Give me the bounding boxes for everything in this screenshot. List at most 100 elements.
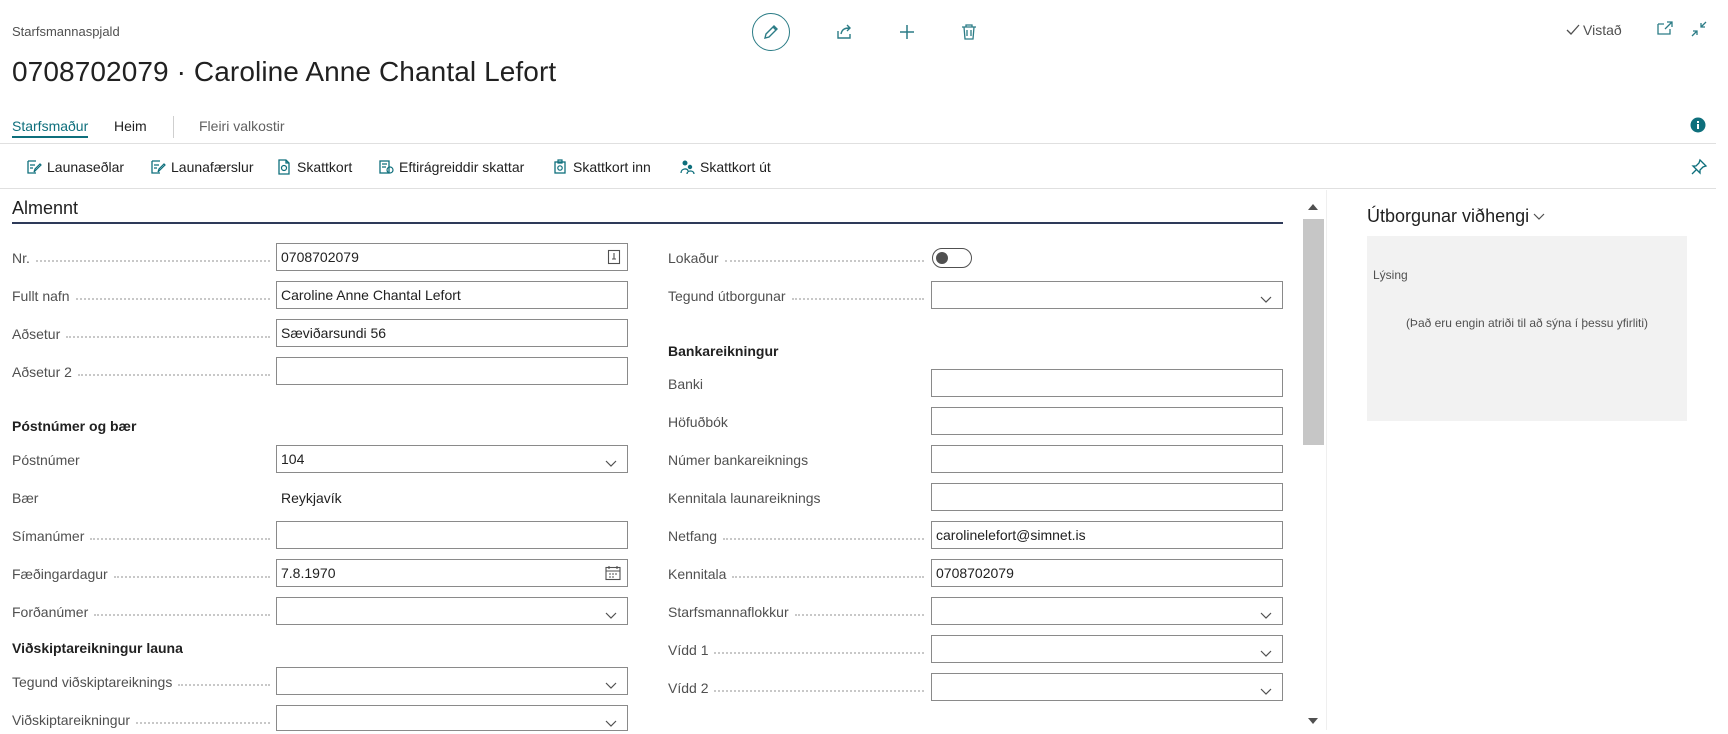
tegund-vidskipta-select[interactable] <box>276 667 628 695</box>
tab-divider <box>173 116 174 138</box>
chevron-down-icon <box>605 677 617 693</box>
starfsmannaflokkur-select[interactable] <box>931 597 1283 625</box>
window-icons <box>1656 20 1708 41</box>
tab-bar: Starfsmaður Heim Fleiri valkostir <box>0 110 1716 144</box>
skattkort-ut-label: Skattkort út <box>700 159 771 175</box>
banki-input[interactable] <box>931 369 1283 397</box>
faedingardagur-value: 7.8.1970 <box>281 565 336 581</box>
group-bankareikningur: Bankareikningur <box>668 343 779 359</box>
factbox-column-header[interactable]: Lýsing <box>1373 268 1408 282</box>
skattkort-inn-label: Skattkort inn <box>573 159 651 175</box>
hofudbok-input[interactable] <box>931 407 1283 435</box>
nr-label-row: Nr. <box>12 248 270 268</box>
scroll-down-arrow-icon[interactable] <box>1307 712 1319 728</box>
vidd1-label: Vídd 1 <box>668 642 709 658</box>
vidd1-select[interactable] <box>931 635 1283 663</box>
adsetur-label: Aðsetur <box>12 326 61 342</box>
chevron-down-icon <box>605 607 617 623</box>
fullt-nafn-input[interactable]: Caroline Anne Chantal Lefort <box>276 281 628 309</box>
skattkort-ut-button[interactable]: Skattkort út <box>679 159 771 175</box>
edit-button[interactable] <box>752 13 790 51</box>
document-edit-icon <box>27 160 42 174</box>
fullt-nafn-label-row: Fullt nafn <box>12 286 270 306</box>
launasedlar-button[interactable]: Launaseðlar <box>26 159 124 175</box>
delete-button[interactable] <box>938 12 1000 52</box>
numer-banka-label-row: Númer bankareiknings <box>668 450 924 470</box>
kennitala-launa-input[interactable] <box>931 483 1283 511</box>
netfang-input[interactable]: carolinelefort@simnet.is <box>931 521 1283 549</box>
skattkort-label: Skattkort <box>297 159 353 175</box>
group-postnumer-og-baer: Póstnúmer og bær <box>12 418 137 434</box>
kennitala-launa-label-row: Kennitala launareiknings <box>668 488 924 508</box>
new-button[interactable] <box>876 12 938 52</box>
check-icon <box>1566 24 1580 35</box>
collapse-icon[interactable] <box>1690 20 1708 41</box>
baer-label-row: Bær <box>12 488 270 508</box>
lokadur-toggle[interactable] <box>932 248 972 268</box>
adsetur-input[interactable]: Sæviðarsundi 56 <box>276 319 628 347</box>
scroll-up-arrow-icon[interactable] <box>1307 198 1319 214</box>
numer-banka-input[interactable] <box>931 445 1283 473</box>
baer-value: Reykjavík <box>281 490 342 506</box>
vidskiptareikningur-select[interactable] <box>276 705 628 731</box>
pin-icon[interactable] <box>1690 158 1708 179</box>
tab-heim[interactable]: Heim <box>114 118 147 134</box>
simanumer-input[interactable] <box>276 521 628 549</box>
assist-edit-icon[interactable] <box>607 249 621 268</box>
kennitala-label-row: Kennitala <box>668 564 924 584</box>
kennitala-input[interactable]: 0708702079 <box>931 559 1283 587</box>
chevron-down-icon <box>1260 291 1272 307</box>
hofudbok-label-row: Höfuðbók <box>668 412 924 432</box>
simanumer-label-row: Símanúmer <box>12 526 270 546</box>
document-edit-icon <box>151 160 166 174</box>
faedingardagur-input[interactable]: 7.8.1970 <box>276 559 628 587</box>
adsetur2-label-row: Aðsetur 2 <box>12 362 270 382</box>
action-bar: Launaseðlar Launafærslur Skattkort Eftir… <box>0 145 1716 189</box>
starfsmannaflokkur-label-row: Starfsmannaflokkur <box>668 602 924 622</box>
vidskiptareikningur-label: Viðskiptareikningur <box>12 712 131 728</box>
simanumer-label: Símanúmer <box>12 528 85 544</box>
info-icon[interactable] <box>1690 117 1706 136</box>
launafaerslur-button[interactable]: Launafærslur <box>150 159 254 175</box>
adsetur2-input[interactable] <box>276 357 628 385</box>
factbox-title[interactable]: Útborgunar viðhengi <box>1367 206 1545 227</box>
factbox-divider <box>1326 190 1327 730</box>
launasedlar-label: Launaseðlar <box>47 159 125 175</box>
adsetur-label-row: Aðsetur <box>12 324 270 344</box>
vidd1-label-row: Vídd 1 <box>668 640 924 660</box>
tab-starfsmadur[interactable]: Starfsmaður <box>12 118 89 138</box>
chevron-down-icon <box>1533 213 1545 220</box>
skattkort-inn-button[interactable]: Skattkort inn <box>552 159 651 175</box>
tegund-vidskipta-label-row: Tegund viðskiptareiknings <box>12 672 270 692</box>
factbox-title-label: Útborgunar viðhengi <box>1367 206 1530 226</box>
factbox-empty-message: (Það eru engin atriði til að sýna í þess… <box>1405 316 1649 330</box>
postnumer-select[interactable]: 104 <box>276 445 628 473</box>
kennitala-launa-label: Kennitala launareiknings <box>668 490 821 506</box>
tegund-utborgunar-select[interactable] <box>931 281 1283 309</box>
postnumer-label-row: Póstnúmer <box>12 450 270 470</box>
share-button[interactable] <box>814 12 876 52</box>
chevron-down-icon <box>1260 607 1272 623</box>
tegund-vidskipta-label: Tegund viðskiptareiknings <box>12 674 173 690</box>
tax-settings-icon <box>379 160 394 174</box>
nr-input[interactable]: 0708702079 <box>276 243 628 271</box>
hofudbok-label: Höfuðbók <box>668 414 728 430</box>
section-underline <box>12 222 1283 224</box>
calendar-icon[interactable] <box>605 565 621 584</box>
fordanumer-select[interactable] <box>276 597 628 625</box>
vidd2-select[interactable] <box>931 673 1283 701</box>
chevron-down-icon <box>605 715 617 730</box>
numer-banka-label: Númer bankareiknings <box>668 452 809 468</box>
tab-fleiri-valkostir[interactable]: Fleiri valkostir <box>199 118 285 134</box>
eftiragreiddir-skattar-button[interactable]: Eftirágreiddir skattar <box>378 159 524 175</box>
launafaerslur-label: Launafærslur <box>171 159 254 175</box>
top-actions <box>752 12 1000 52</box>
postnumer-label: Póstnúmer <box>12 452 80 468</box>
open-new-window-icon[interactable] <box>1656 20 1674 41</box>
vidd2-label: Vídd 2 <box>668 680 709 696</box>
chevron-down-icon <box>1260 683 1272 699</box>
skattkort-button[interactable]: Skattkort <box>276 159 352 175</box>
plus-icon <box>900 25 914 39</box>
scrollbar-thumb[interactable] <box>1303 219 1324 445</box>
chevron-down-icon <box>605 455 617 471</box>
